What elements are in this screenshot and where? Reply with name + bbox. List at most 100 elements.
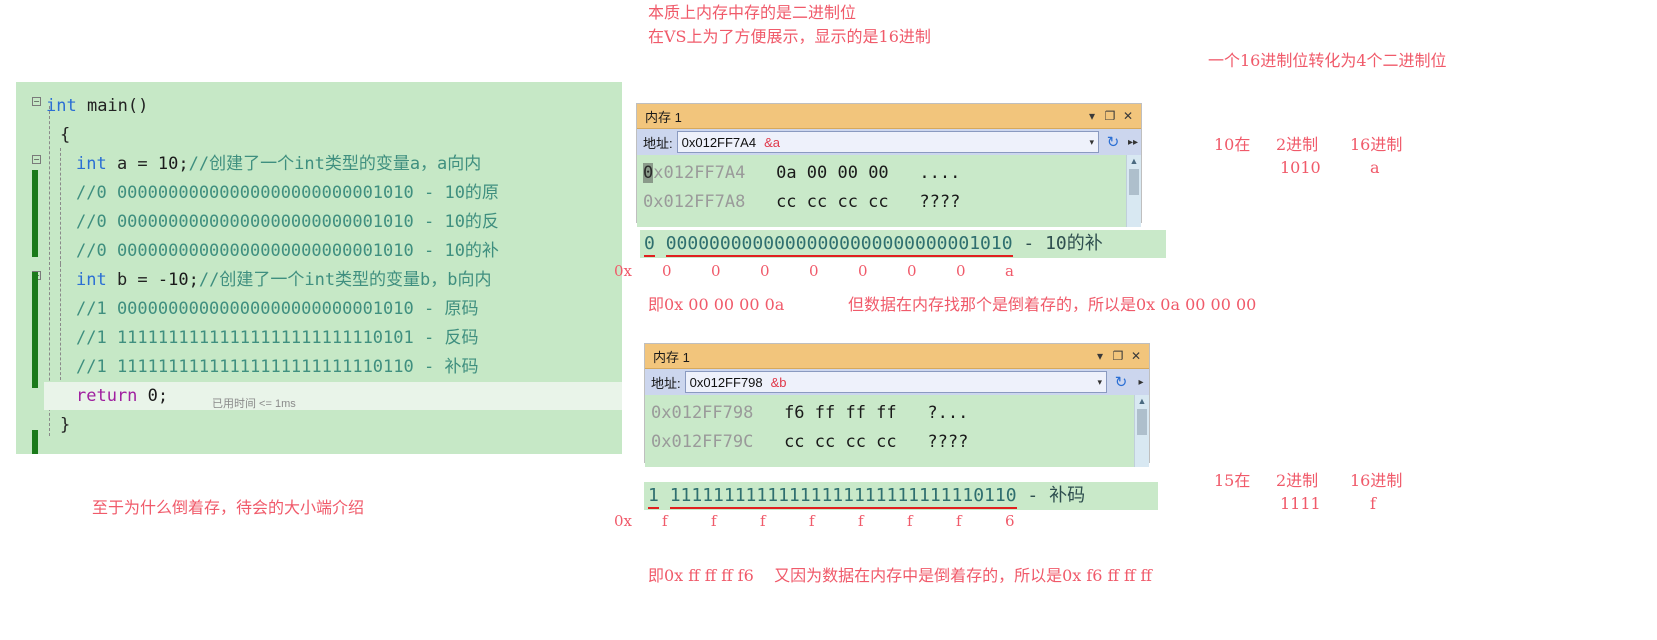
hex-digit-row-a: 0x 0 0 0 0 0 0 0 a (614, 262, 1054, 286)
code-token: //0 00000000000000000000000001010 - 10的反 (76, 212, 499, 232)
code-token: //创建了一个int类型的变量b，b向内 (198, 270, 492, 290)
code-editor-panel[interactable]: − − − int main() { int a = 10;//创建了一个int… (16, 82, 622, 454)
hex-digit-2: 0 (760, 262, 770, 280)
chevron-down-icon[interactable]: ▾ (1097, 377, 1102, 388)
note-mid-left: 即0x 00 00 00 0a (648, 295, 785, 314)
address-value: 0x012FF798 (689, 374, 763, 390)
nibble-6: 0000 (925, 233, 970, 257)
chevron-down-icon[interactable]: ▾ (1089, 137, 1094, 148)
table-b-value-2: f (1370, 494, 1376, 513)
memory-row-b1: 0x012FF79C cc cc cc cc ???? (645, 428, 1149, 457)
table-a-header-0: 10在 (1214, 135, 1251, 154)
memory-window-b[interactable]: 内存 1 ▾ ❐ ✕ 地址: 0x012FF798 &b ▾ ↻ ▸ 0x012… (644, 343, 1150, 467)
nibble-4: 1111 (843, 485, 887, 509)
overflow-icon[interactable]: ▸▸ (1127, 137, 1139, 148)
memory-row-address: 0x012FF79C (651, 432, 754, 452)
refresh-icon[interactable]: ↻ (1111, 373, 1131, 391)
scrollbar-thumb[interactable] (1137, 409, 1147, 435)
nibble-6: 1111 (929, 485, 974, 509)
hex-digit-0: 0 (662, 262, 672, 280)
memory-row-address: 0x012FF7A8 (643, 192, 746, 212)
conversion-table-a: 10在 2进制 16进制 1010 a (1214, 131, 1454, 191)
nibble-5: 0000 (882, 233, 926, 257)
memory-scrollbar[interactable]: ▲ (1126, 155, 1141, 227)
code-token: //1 11111111111111111111111110101 - 反码 (76, 328, 479, 348)
nibble-7: 1010 (969, 233, 1013, 257)
code-token: //1 11111111111111111111111110110 - 补码 (76, 357, 479, 377)
chevron-down-icon[interactable]: ▾ (1091, 347, 1109, 365)
close-icon[interactable]: ✕ (1127, 347, 1145, 365)
code-line-9: //1 11111111111111111111111110110 - 补码 (76, 353, 478, 382)
hex-digit-4: 0 (858, 262, 868, 280)
overflow-icon[interactable]: ▸ (1135, 377, 1147, 388)
close-icon[interactable]: ✕ (1119, 107, 1137, 125)
address-annotation: &b (770, 374, 787, 390)
memory-row-b0: 0x012FF798 f6 ff ff ff ?... (645, 399, 1149, 428)
code-line-3: //0 00000000000000000000000001010 - 10的原 (76, 179, 499, 208)
refresh-icon[interactable]: ↻ (1103, 133, 1123, 151)
note-mid-right: 但数据在内存找那个是倒着存的，所以是0x 0a 00 00 00 (848, 295, 1257, 314)
code-line-5: //0 00000000000000000000000001010 - 10的补 (76, 237, 499, 266)
indent-guide-b (60, 264, 61, 380)
code-token: ; (157, 386, 169, 406)
memory-window-b-titlebar[interactable]: 内存 1 ▾ ❐ ✕ (645, 344, 1149, 369)
table-b-header-2: 16进制 (1350, 471, 1403, 490)
code-line-4: //0 00000000000000000000000001010 - 10的反 (76, 208, 499, 237)
code-token: () (127, 96, 149, 116)
change-bar-c (32, 430, 38, 454)
hex-digit-6: 0 (956, 262, 966, 280)
memory-scrollbar[interactable]: ▲ (1134, 395, 1149, 467)
hex-digit-1: f (711, 512, 717, 530)
code-token: ; (188, 270, 199, 290)
strip-suffix: - 10的补 (1012, 233, 1103, 254)
nibble-2: 1111 (756, 485, 800, 509)
memory-window-a-title: 内存 1 (645, 109, 682, 125)
memory-window-b-addressbar[interactable]: 地址: 0x012FF798 &b ▾ ↻ ▸ (645, 369, 1149, 395)
memory-row-a0: 0x012FF7A4 0a 00 00 00 .... (637, 159, 1141, 188)
note-top-line2: 在VS上为了方便展示，显示的是16进制 (648, 27, 931, 46)
memory-window-a-body: 0x012FF7A4 0a 00 00 00 .... 0x012FF7A8 c… (637, 155, 1141, 227)
conversion-table-b: 15在 2进制 16进制 1111 f (1214, 467, 1454, 527)
hex-digit-0: f (662, 512, 668, 530)
memory-row-ascii: ???? (888, 192, 961, 212)
hex-digit-3: f (809, 512, 815, 530)
code-line-2: int a = 10;//创建了一个int类型的变量a，a向内 (76, 150, 481, 179)
fold-toggle-block-a[interactable]: − (32, 155, 41, 164)
memory-row-ascii: ???? (896, 432, 969, 452)
nibble-1: 0000 (709, 233, 753, 257)
hex-prefix: 0x (614, 512, 633, 530)
address-input[interactable]: 0x012FF7A4 &a ▾ (676, 131, 1099, 153)
memory-window-a[interactable]: 内存 1 ▾ ❐ ✕ 地址: 0x012FF7A4 &a ▾ ↻ ▸▸ 0x01… (636, 103, 1142, 227)
memory-row-hex: cc cc cc cc (745, 192, 889, 212)
memory-window-a-titlebar[interactable]: 内存 1 ▾ ❐ ✕ (637, 104, 1141, 129)
scroll-up-icon[interactable]: ▲ (1135, 395, 1149, 407)
address-annotation: &a (764, 134, 780, 150)
address-input[interactable]: 0x012FF798 &b ▾ (684, 371, 1107, 393)
memory-window-b-title: 内存 1 (653, 349, 690, 365)
hex-digit-row-b: 0x f f f f f f f 6 (614, 512, 1054, 536)
maximize-icon[interactable]: ❐ (1109, 347, 1127, 365)
memory-row-address: 0x012FF798 (651, 403, 754, 423)
code-token: 10 (157, 154, 179, 174)
hex-digit-4: f (858, 512, 864, 530)
chevron-down-icon[interactable]: ▾ (1083, 107, 1101, 125)
maximize-icon[interactable]: ❐ (1101, 107, 1119, 125)
note-bottom-left: 至于为什么倒着存，待会的大小端介绍 (92, 498, 365, 517)
code-token: //1 00000000000000000000000001010 - 原码 (76, 299, 479, 319)
table-a-value-1: 1010 (1280, 158, 1321, 177)
memory-row-hex: f6 ff ff ff (753, 403, 897, 423)
code-token: int (76, 154, 107, 174)
address-value: 0x012FF7A4 (681, 134, 757, 150)
code-line-8: //1 11111111111111111111111110101 - 反码 (76, 324, 478, 353)
indent-guide-a (60, 148, 61, 264)
code-token: b = (106, 270, 158, 290)
fold-toggle-main[interactable]: − (32, 97, 41, 106)
elapsed-time-hint: 已用时间 <= 1ms (212, 398, 296, 410)
memory-window-a-addressbar[interactable]: 地址: 0x012FF7A4 &a ▾ ↻ ▸▸ (637, 129, 1141, 155)
scroll-up-icon[interactable]: ▲ (1127, 155, 1141, 167)
nibble-3: 0000 (795, 233, 840, 257)
scrollbar-thumb[interactable] (1129, 169, 1139, 195)
code-line-0: int main() (46, 92, 148, 121)
code-token: int (76, 270, 107, 290)
sign-bit: 0 (644, 233, 655, 257)
